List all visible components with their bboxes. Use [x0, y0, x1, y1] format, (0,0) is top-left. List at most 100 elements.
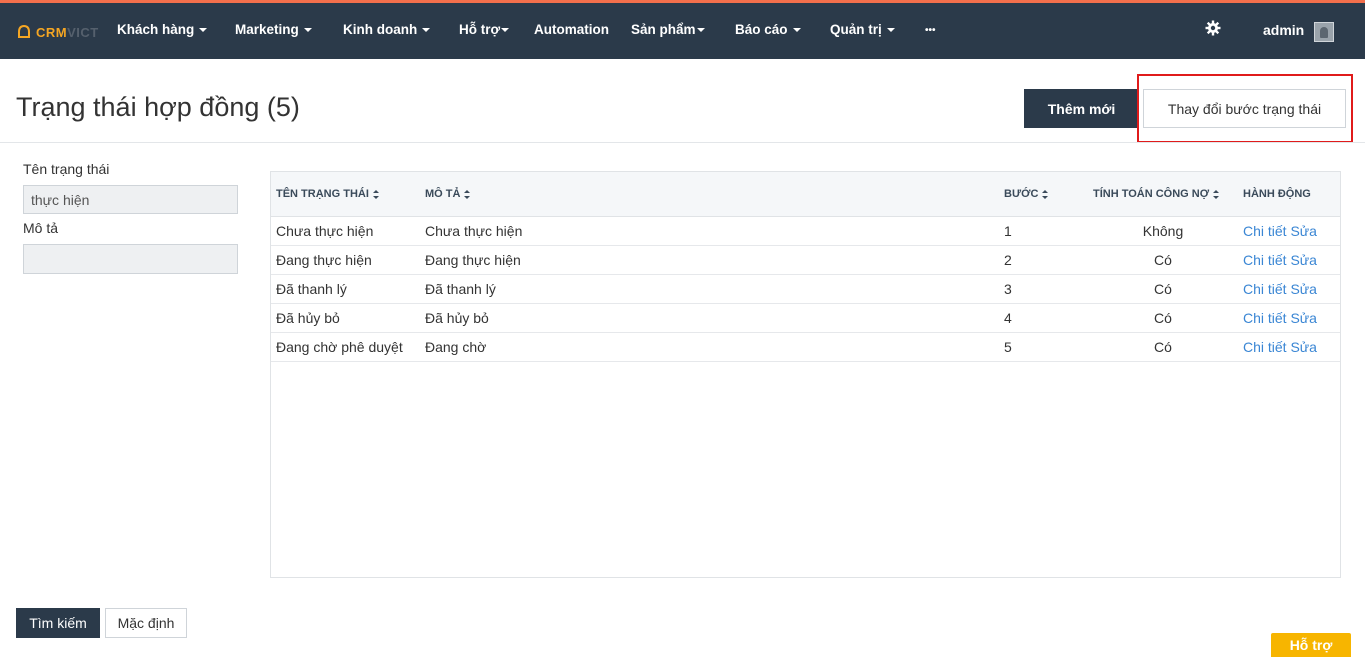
help-button[interactable]: Hỗ trợ: [1271, 633, 1351, 657]
cell-actions: Chi tiết Sửa: [1243, 252, 1317, 268]
cell-debt: Có: [1154, 281, 1172, 297]
nav-item-label: Hỗ trợ: [459, 22, 501, 37]
sort-icon: [1042, 189, 1049, 199]
nav-item-quan-tri[interactable]: Quản trị: [830, 22, 895, 37]
brand-logo[interactable]: CRM VICT: [16, 23, 99, 41]
cell-debt: Có: [1154, 252, 1172, 268]
status-table: TÊN TRẠNG THÁI MÔ TẢ BƯỚC TÍNH TOÁN CÔNG…: [270, 171, 1341, 578]
caret-down-icon: [422, 28, 431, 32]
edit-link[interactable]: Sửa: [1290, 252, 1317, 268]
cell-description: Đã thanh lý: [425, 281, 496, 297]
nav-item-ho-tro[interactable]: Hỗ trợ: [459, 22, 510, 37]
avatar[interactable]: [1314, 22, 1334, 42]
edit-link[interactable]: Sửa: [1290, 281, 1317, 297]
sort-icon: [372, 189, 379, 199]
table-row: Đã hủy bỏ Đã hủy bỏ 4 Có Chi tiết Sửa: [271, 304, 1340, 333]
column-header-step[interactable]: BƯỚC: [1004, 188, 1049, 200]
header-divider: [0, 142, 1365, 143]
gear-icon[interactable]: [1205, 20, 1221, 36]
column-header-label: TÍNH TOÁN CÔNG NỢ: [1093, 188, 1210, 200]
column-header-label: TÊN TRẠNG THÁI: [276, 188, 369, 200]
cell-name: Đang thực hiện: [276, 252, 372, 268]
caret-down-icon: [501, 28, 510, 32]
description-input[interactable]: [23, 244, 238, 274]
edit-link[interactable]: Sửa: [1290, 310, 1317, 326]
nav-item-label: Khách hàng: [117, 22, 195, 37]
caret-down-icon: [199, 28, 208, 32]
sort-icon: [464, 189, 471, 199]
nav-item-automation[interactable]: Automation: [534, 22, 609, 37]
cell-name: Đã thanh lý: [276, 281, 347, 297]
cell-step: 4: [1004, 310, 1012, 326]
cell-description: Chưa thực hiện: [425, 223, 523, 239]
column-header-debt[interactable]: TÍNH TOÁN CÔNG NỢ: [1093, 188, 1220, 200]
nav-item-label: Báo cáo: [735, 22, 788, 37]
table-row: Chưa thực hiện Chưa thực hiện 1 Không Ch…: [271, 217, 1340, 246]
column-header-actions: HÀNH ĐỘNG: [1243, 188, 1311, 200]
nav-item-label: Quản trị: [830, 22, 882, 37]
cell-description: Đang thực hiện: [425, 252, 521, 268]
nav-item-label: Kinh doanh: [343, 22, 418, 37]
brand-text-primary: CRM: [36, 24, 68, 40]
user-name[interactable]: admin: [1263, 22, 1304, 38]
detail-link[interactable]: Chi tiết: [1243, 310, 1287, 326]
nav-item-label: Sản phẩm: [631, 22, 696, 37]
cell-debt: Có: [1154, 339, 1172, 355]
cell-actions: Chi tiết Sửa: [1243, 339, 1317, 355]
cell-name: Đang chờ phê duyệt: [276, 339, 403, 355]
description-label: Mô tả: [23, 220, 59, 236]
cell-step: 5: [1004, 339, 1012, 355]
cell-step: 2: [1004, 252, 1012, 268]
top-navbar: CRM VICT Khách hàng Marketing Kinh doanh…: [0, 3, 1365, 59]
change-status-step-button[interactable]: Thay đổi bước trạng thái: [1143, 89, 1346, 128]
cell-step: 1: [1004, 223, 1012, 239]
column-header-description[interactable]: MÔ TẢ: [425, 188, 471, 200]
logo-icon: [18, 24, 30, 38]
caret-down-icon: [303, 28, 312, 32]
sort-icon: [1213, 189, 1220, 199]
cell-description: Đang chờ: [425, 339, 487, 355]
brand-text-secondary: VICT: [67, 24, 99, 40]
more-menu-icon[interactable]: •••: [925, 25, 936, 36]
edit-link[interactable]: Sửa: [1290, 223, 1317, 239]
page-title: Trạng thái hợp đồng (5): [16, 92, 300, 122]
detail-link[interactable]: Chi tiết: [1243, 223, 1287, 239]
cell-actions: Chi tiết Sửa: [1243, 310, 1317, 326]
cell-actions: Chi tiết Sửa: [1243, 281, 1317, 297]
nav-item-label: •••: [925, 25, 936, 36]
caret-down-icon: [792, 28, 801, 32]
nav-item-label: Automation: [534, 22, 609, 37]
table-header: TÊN TRẠNG THÁI MÔ TẢ BƯỚC TÍNH TOÁN CÔNG…: [271, 172, 1340, 217]
search-button[interactable]: Tìm kiếm: [16, 608, 100, 638]
column-header-name[interactable]: TÊN TRẠNG THÁI: [276, 188, 379, 200]
cell-name: Đã hủy bỏ: [276, 310, 340, 326]
cell-actions: Chi tiết Sửa: [1243, 223, 1317, 239]
status-name-input[interactable]: [23, 185, 238, 214]
cell-step: 3: [1004, 281, 1012, 297]
detail-link[interactable]: Chi tiết: [1243, 281, 1287, 297]
status-name-label: Tên trạng thái: [23, 161, 110, 177]
table-row: Đã thanh lý Đã thanh lý 3 Có Chi tiết Sử…: [271, 275, 1340, 304]
caret-down-icon: [696, 28, 705, 32]
add-new-button[interactable]: Thêm mới: [1024, 89, 1139, 128]
column-header-label: BƯỚC: [1004, 188, 1039, 200]
nav-item-bao-cao[interactable]: Báo cáo: [735, 22, 801, 37]
cell-debt: Có: [1154, 310, 1172, 326]
nav-item-marketing[interactable]: Marketing: [235, 22, 312, 37]
table-row: Đang thực hiện Đang thực hiện 2 Có Chi t…: [271, 246, 1340, 275]
nav-item-label: Marketing: [235, 22, 299, 37]
caret-down-icon: [886, 28, 895, 32]
nav-item-khach-hang[interactable]: Khách hàng: [117, 22, 208, 37]
column-header-label: HÀNH ĐỘNG: [1243, 188, 1311, 200]
column-header-label: MÔ TẢ: [425, 188, 461, 200]
nav-item-kinh-doanh[interactable]: Kinh doanh: [343, 22, 431, 37]
table-row: Đang chờ phê duyệt Đang chờ 5 Có Chi tiế…: [271, 333, 1340, 362]
edit-link[interactable]: Sửa: [1290, 339, 1317, 355]
cell-debt: Không: [1142, 223, 1184, 239]
cell-name: Chưa thực hiện: [276, 223, 374, 239]
detail-link[interactable]: Chi tiết: [1243, 252, 1287, 268]
cell-description: Đã hủy bỏ: [425, 310, 489, 326]
reset-default-button[interactable]: Mặc định: [105, 608, 187, 638]
nav-item-san-pham[interactable]: Sản phẩm: [631, 22, 705, 37]
detail-link[interactable]: Chi tiết: [1243, 339, 1287, 355]
